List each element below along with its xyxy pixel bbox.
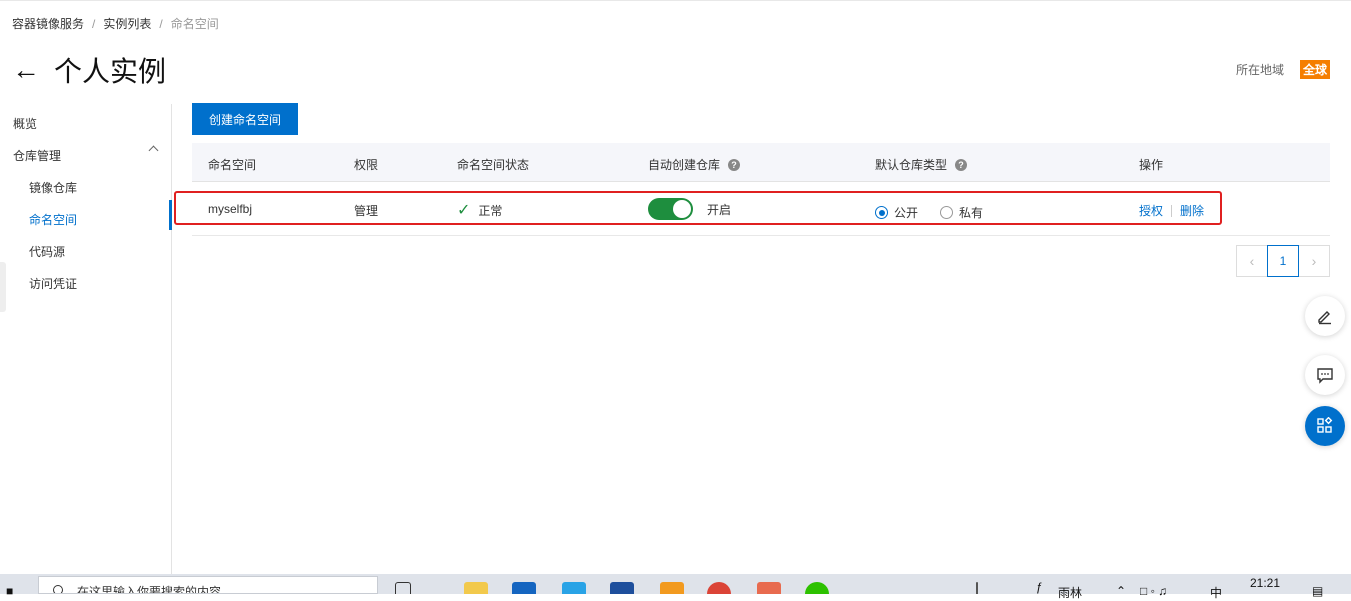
sidebar: 概览 仓库管理 镜像仓库 命名空间 代码源 访问凭证 <box>0 104 172 574</box>
page-button[interactable]: 1 <box>1267 245 1299 277</box>
app-icon[interactable] <box>610 582 634 594</box>
apps-icon <box>1317 417 1333 433</box>
help-icon[interactable]: ? <box>955 158 968 171</box>
chevron-up-icon[interactable]: ⌃ <box>1116 584 1126 598</box>
sidebar-item-repo-management[interactable]: 仓库管理 <box>13 147 61 164</box>
app-icon[interactable] <box>757 582 781 594</box>
page-title: 个人实例 <box>54 55 167 88</box>
pagination: ‹ 1 › <box>1236 245 1330 277</box>
taskbar-search-input[interactable]: 在这里输入你要搜索的内容 <box>38 576 378 594</box>
breadcrumb-item-instances[interactable]: 实例列表 <box>103 15 151 32</box>
header-status: 命名空间状态 <box>457 158 530 172</box>
region-badge[interactable]: 全球 <box>1299 60 1330 79</box>
sidebar-item-code-source[interactable]: 代码源 <box>29 243 65 260</box>
breadcrumb-separator: / <box>159 16 163 31</box>
sidebar-item-namespaces[interactable]: 命名空间 <box>29 211 77 228</box>
highlight-box <box>174 191 1222 225</box>
header-permission: 权限 <box>354 158 379 172</box>
prev-page-button[interactable]: ‹ <box>1236 245 1268 277</box>
windows-start-icon[interactable]: ■ <box>6 584 13 598</box>
taskbar-search-placeholder: 在这里输入你要搜索的内容 <box>77 585 222 594</box>
next-page-button[interactable]: › <box>1298 245 1330 277</box>
create-namespace-button[interactable]: 创建命名空间 <box>192 103 298 135</box>
file-explorer-icon[interactable] <box>464 582 488 594</box>
sidebar-item-image-repos[interactable]: 镜像仓库 <box>29 179 77 196</box>
breadcrumb-item-service[interactable]: 容器镜像服务 <box>12 15 84 32</box>
chevron-up-icon[interactable] <box>148 145 159 156</box>
feedback-float-button[interactable] <box>1305 355 1345 395</box>
top-border <box>0 0 1351 4</box>
header-namespace: 命名空间 <box>208 158 257 172</box>
header-repo-type-label: 默认仓库类型 <box>875 158 948 172</box>
breadcrumb-separator: / <box>92 16 96 31</box>
breadcrumb-item-current: 命名空间 <box>170 17 219 31</box>
tray-icons[interactable]: □ ◦ ♫ <box>1140 584 1167 598</box>
region-label: 所在地域 <box>1235 63 1284 77</box>
region-selector: 所在地域 全球 <box>1236 60 1330 79</box>
chrome-icon[interactable] <box>707 582 731 594</box>
breadcrumb: 容器镜像服务 / 实例列表 / 命名空间 <box>12 15 219 32</box>
help-icon[interactable]: ? <box>728 158 741 171</box>
mail-icon[interactable] <box>512 582 536 594</box>
header-auto-create: 自动创建仓库 ? <box>648 156 741 173</box>
edit-float-button[interactable] <box>1305 296 1345 336</box>
header-auto-create-label: 自动创建仓库 <box>648 158 721 172</box>
apps-float-button[interactable] <box>1305 406 1345 446</box>
weather-text[interactable]: 雨林 <box>1058 584 1082 601</box>
taskbar-divider <box>976 582 978 594</box>
wechat-icon[interactable] <box>805 582 829 594</box>
pencil-icon <box>1318 311 1331 325</box>
sidebar-item-overview[interactable]: 概览 <box>13 115 37 132</box>
taskbar: ■ 在这里输入你要搜索的内容 ƒ 雨林 ⌃ □ ◦ ♫ 中 21:21 ▤ <box>0 574 1351 600</box>
header-actions: 操作 <box>1139 158 1164 172</box>
table-header: 命名空间 权限 命名空间状态 自动创建仓库 ? 默认仓库类型 ? 操作 <box>192 143 1330 182</box>
header-repo-type: 默认仓库类型 ? <box>875 156 968 173</box>
sidebar-collapse-handle[interactable] <box>0 262 6 312</box>
title-row: ← 个人实例 <box>12 50 166 90</box>
task-view-icon[interactable] <box>395 582 411 594</box>
store-icon[interactable] <box>562 582 586 594</box>
search-icon <box>53 585 63 593</box>
back-arrow-icon[interactable]: ← <box>12 56 40 84</box>
notification-icon[interactable]: ▤ <box>1312 584 1323 598</box>
active-indicator <box>169 200 172 230</box>
app-icon[interactable] <box>660 582 684 594</box>
ime-indicator[interactable]: 中 <box>1210 584 1222 601</box>
clock-time[interactable]: 21:21 <box>1250 576 1280 590</box>
sidebar-item-access-credentials[interactable]: 访问凭证 <box>29 275 77 292</box>
chat-icon <box>1317 368 1333 384</box>
weather-icon: ƒ <box>1036 580 1043 594</box>
